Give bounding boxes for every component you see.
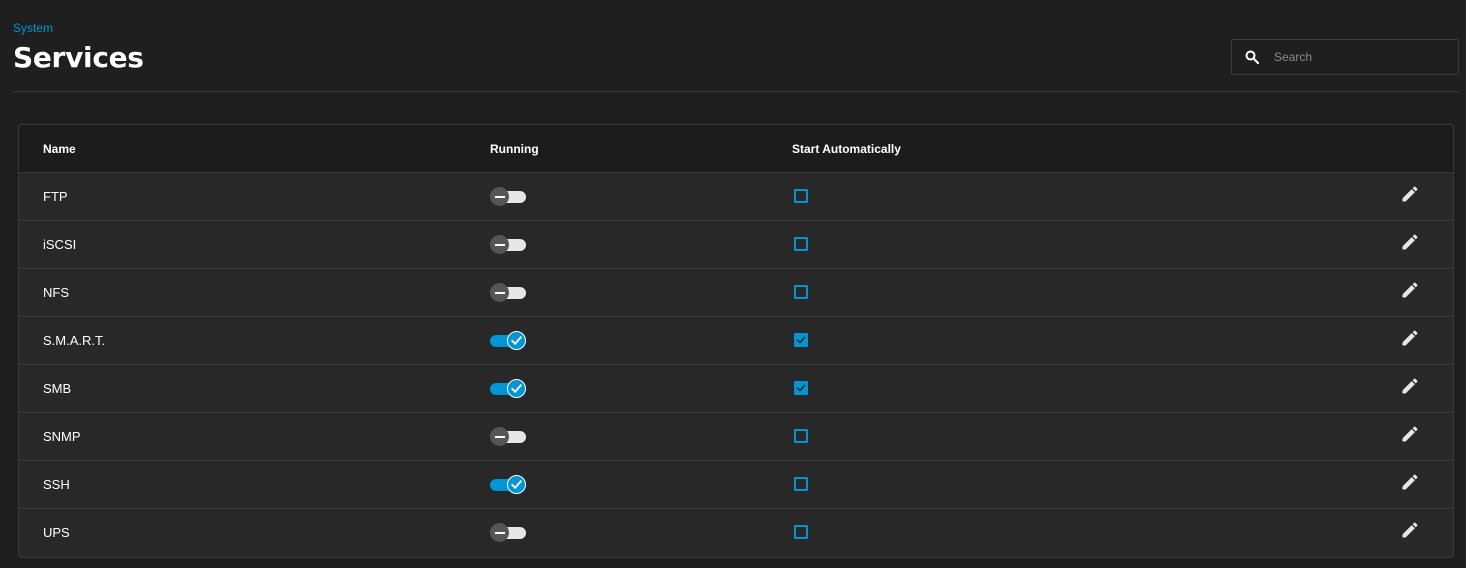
table-row-ftp: FTP bbox=[19, 173, 1453, 221]
page-title: Services bbox=[13, 41, 144, 74]
edit-button[interactable] bbox=[1399, 329, 1421, 351]
start-automatically-checkbox[interactable] bbox=[794, 477, 808, 491]
start-automatically-checkbox[interactable] bbox=[794, 189, 808, 203]
service-name: FTP bbox=[43, 189, 68, 204]
search-input[interactable] bbox=[1272, 49, 1456, 65]
table-row-ups: UPS bbox=[19, 509, 1453, 556]
start-automatically-checkbox[interactable] bbox=[794, 381, 808, 395]
check-icon bbox=[511, 384, 522, 393]
table-header: Name Running Start Automatically bbox=[19, 125, 1453, 173]
toggle-thumb bbox=[490, 427, 509, 446]
edit-button[interactable] bbox=[1399, 281, 1421, 303]
running-toggle[interactable] bbox=[490, 235, 526, 254]
toggle-thumb bbox=[490, 235, 509, 254]
services-table: Name Running Start Automatically FTP iSC… bbox=[18, 124, 1454, 558]
start-automatically-checkbox[interactable] bbox=[794, 525, 808, 539]
pencil-icon bbox=[1400, 424, 1420, 449]
edit-button[interactable] bbox=[1399, 425, 1421, 447]
service-name: S.M.A.R.T. bbox=[43, 333, 106, 348]
service-name: iSCSI bbox=[43, 237, 77, 252]
start-automatically-checkbox[interactable] bbox=[794, 237, 808, 251]
running-toggle[interactable] bbox=[490, 427, 526, 446]
edit-button[interactable] bbox=[1399, 185, 1421, 207]
start-automatically-checkbox[interactable] bbox=[794, 285, 808, 299]
running-toggle[interactable] bbox=[490, 283, 526, 302]
pencil-icon bbox=[1400, 376, 1420, 401]
table-row-nfs: NFS bbox=[19, 269, 1453, 317]
pencil-icon bbox=[1400, 184, 1420, 209]
table-row-ssh: SSH bbox=[19, 461, 1453, 509]
check-icon bbox=[796, 336, 806, 344]
service-name: UPS bbox=[43, 525, 70, 540]
service-name: SNMP bbox=[43, 429, 81, 444]
running-toggle[interactable] bbox=[490, 331, 526, 350]
pencil-icon bbox=[1400, 280, 1420, 305]
table-body: FTP iSCSI NFS S.M.A.R.T. SMB SNMP SSH UP… bbox=[19, 173, 1453, 556]
minus-icon bbox=[494, 243, 505, 246]
service-name: SMB bbox=[43, 381, 72, 396]
table-row-snmp: SNMP bbox=[19, 413, 1453, 461]
check-icon bbox=[796, 384, 806, 392]
header-divider bbox=[13, 91, 1459, 92]
service-name: NFS bbox=[43, 285, 69, 300]
search-icon bbox=[1242, 47, 1262, 67]
search-box[interactable] bbox=[1231, 39, 1459, 75]
start-automatically-checkbox[interactable] bbox=[794, 333, 808, 347]
toggle-thumb bbox=[490, 187, 509, 206]
running-toggle[interactable] bbox=[490, 475, 526, 494]
running-toggle[interactable] bbox=[490, 379, 526, 398]
edit-button[interactable] bbox=[1399, 377, 1421, 399]
start-automatically-checkbox[interactable] bbox=[794, 429, 808, 443]
table-row-smb: SMB bbox=[19, 365, 1453, 413]
pencil-icon bbox=[1400, 328, 1420, 353]
pencil-icon bbox=[1400, 472, 1420, 497]
edit-button[interactable] bbox=[1399, 473, 1421, 495]
service-name: SSH bbox=[43, 477, 70, 492]
toggle-thumb bbox=[490, 523, 509, 542]
toggle-thumb bbox=[507, 331, 526, 350]
table-row-s-m-a-r-t: S.M.A.R.T. bbox=[19, 317, 1453, 365]
pencil-icon bbox=[1400, 232, 1420, 257]
minus-icon bbox=[494, 195, 505, 198]
breadcrumb[interactable]: System bbox=[13, 21, 53, 35]
toggle-thumb bbox=[507, 475, 526, 494]
minus-icon bbox=[494, 435, 505, 438]
pencil-icon bbox=[1400, 520, 1420, 545]
column-header-running[interactable]: Running bbox=[490, 142, 539, 156]
table-row-iscsi: iSCSI bbox=[19, 221, 1453, 269]
column-header-name[interactable]: Name bbox=[43, 142, 76, 156]
edit-button[interactable] bbox=[1399, 233, 1421, 255]
minus-icon bbox=[494, 291, 505, 294]
edit-button[interactable] bbox=[1399, 521, 1421, 543]
toggle-thumb bbox=[507, 379, 526, 398]
column-header-start-automatically[interactable]: Start Automatically bbox=[792, 142, 901, 156]
running-toggle[interactable] bbox=[490, 523, 526, 542]
toggle-thumb bbox=[490, 283, 509, 302]
running-toggle[interactable] bbox=[490, 187, 526, 206]
check-icon bbox=[511, 480, 522, 489]
minus-icon bbox=[494, 531, 505, 534]
check-icon bbox=[511, 336, 522, 345]
